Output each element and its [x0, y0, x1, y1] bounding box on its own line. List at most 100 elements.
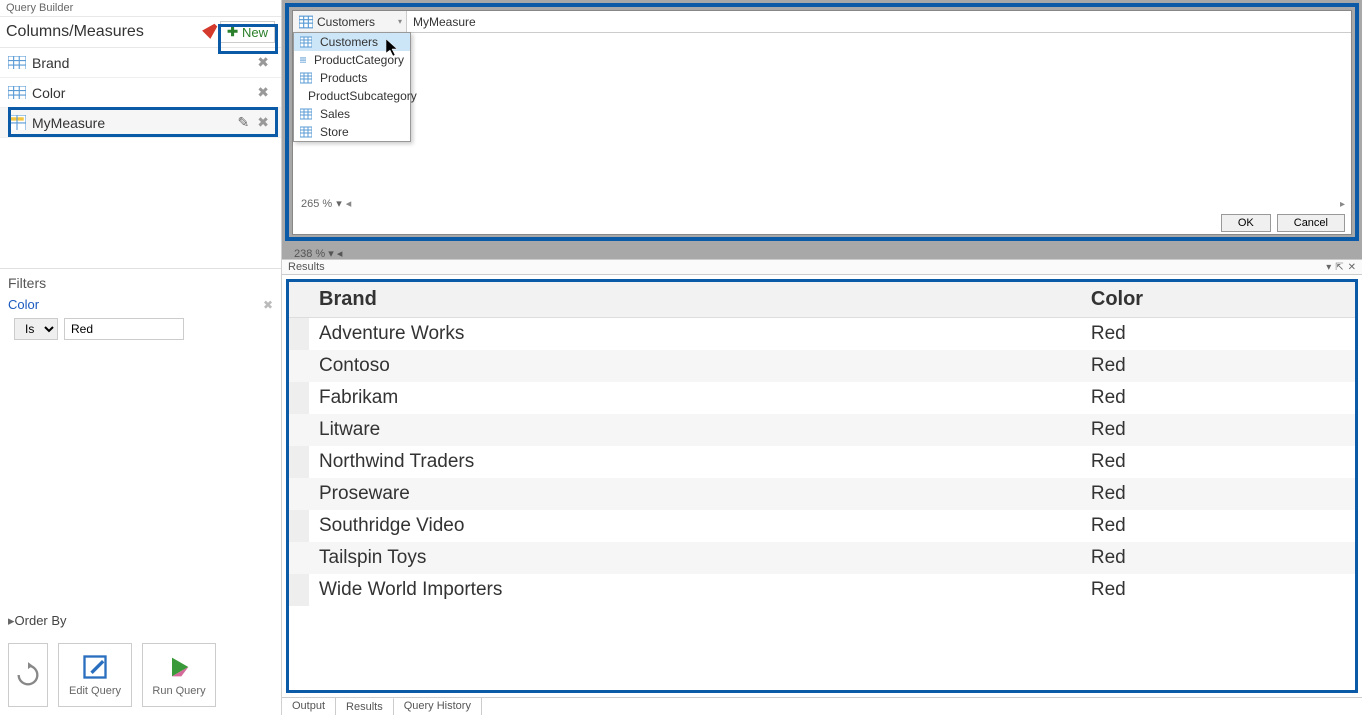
table-row[interactable]: FabrikamRed [289, 382, 1355, 414]
plus-icon: ✚ [227, 24, 238, 40]
option-label: Sales [320, 107, 350, 121]
new-measure-button[interactable]: ✚ New [220, 21, 275, 43]
option-label: Products [320, 71, 367, 85]
columns-measures-title: Columns/Measures [6, 23, 198, 41]
run-query-button[interactable]: Run Query [142, 643, 216, 707]
ok-button[interactable]: OK [1221, 214, 1271, 232]
table-row[interactable]: Northwind TradersRed [289, 446, 1355, 478]
measure-label: MyMeasure [32, 115, 234, 131]
table-icon [299, 15, 313, 29]
table-cell: Red [1081, 414, 1355, 446]
dropdown-option[interactable]: Sales [294, 105, 410, 123]
table-cell: Fabrikam [309, 382, 1081, 414]
bottom-tabs: OutputResultsQuery History [282, 697, 1362, 715]
table-icon [300, 36, 312, 48]
chevron-down-icon: ▾ [336, 197, 342, 210]
edit-measure-icon[interactable]: ✎ [234, 114, 254, 131]
option-label: Store [320, 125, 349, 139]
dropdown-option[interactable]: Store [294, 123, 410, 141]
table-dropdown[interactable]: Customers ▾ CustomersProductCategoryProd… [293, 11, 407, 32]
filter-operator-select[interactable]: Is [14, 318, 58, 340]
dropdown-option[interactable]: ProductSubcategory [294, 87, 410, 105]
column-header[interactable]: Color [1081, 282, 1355, 318]
dropdown-option[interactable]: Products [294, 69, 410, 87]
dropdown-selected: Customers [317, 15, 375, 29]
table-cell: Red [1081, 318, 1355, 351]
table-row[interactable]: Southridge VideoRed [289, 510, 1355, 542]
column-item-mymeasure[interactable]: MyMeasure ✎ ✖ [0, 108, 281, 138]
edit-icon [81, 653, 109, 681]
remove-column-icon[interactable]: ✖ [253, 84, 273, 101]
table-cell: Red [1081, 542, 1355, 574]
table-cell: Contoso [309, 350, 1081, 382]
filter-controls: Is [8, 318, 273, 340]
close-icon[interactable]: ✕ [1348, 262, 1356, 273]
orderby-section[interactable]: Order By [0, 607, 281, 635]
table-icon [300, 72, 312, 84]
formula-editor-area: Customers ▾ CustomersProductCategoryProd… [282, 0, 1362, 245]
column-label: Color [32, 85, 253, 101]
results-header: Results ▾ ⇱ ✕ [282, 259, 1362, 275]
option-label: Customers [320, 35, 378, 49]
edit-query-label: Edit Query [69, 685, 121, 697]
column-label: Brand [32, 55, 253, 71]
refresh-button[interactable] [8, 643, 48, 707]
table-cell: Red [1081, 350, 1355, 382]
dropdown-icon[interactable]: ▾ [1326, 262, 1331, 273]
table-row[interactable]: LitwareRed [289, 414, 1355, 446]
right-panel: Customers ▾ CustomersProductCategoryProd… [282, 0, 1362, 715]
play-icon [165, 653, 193, 681]
table-cell: Red [1081, 574, 1355, 606]
filter-row: Color ✖ [8, 297, 273, 312]
refresh-icon [14, 661, 42, 689]
clear-columns-icon[interactable] [198, 21, 220, 43]
run-query-label: Run Query [152, 685, 205, 697]
dialog-buttons: OK Cancel [1221, 214, 1345, 232]
column-item-brand[interactable]: Brand ✖ [0, 48, 281, 78]
column-item-color[interactable]: Color ✖ [0, 78, 281, 108]
table-cell: Northwind Traders [309, 446, 1081, 478]
table-cell: Red [1081, 446, 1355, 478]
chevron-down-icon: ▾ [398, 17, 402, 26]
zoom-indicator[interactable]: 265 % ▾ ◂ [301, 197, 351, 210]
columns-list: Brand ✖ Color ✖ MyMeasure ✎ ✖ [0, 48, 281, 138]
table-cell: Red [1081, 478, 1355, 510]
results-title: Results [288, 261, 1326, 273]
filters-section: Filters Color ✖ Is [0, 268, 281, 346]
formula-bar: Customers ▾ CustomersProductCategoryProd… [293, 11, 1351, 33]
table-cell: Tailspin Toys [309, 542, 1081, 574]
remove-measure-icon[interactable]: ✖ [253, 114, 273, 131]
table-cell: Litware [309, 414, 1081, 446]
outer-zoom-indicator[interactable]: 238 % ▾ ◂ [282, 245, 1362, 259]
new-button-label: New [242, 25, 268, 40]
scroll-right-icon[interactable]: ▸ [1340, 199, 1345, 210]
bottom-tab[interactable]: Output [282, 698, 336, 715]
remove-filter-icon[interactable]: ✖ [263, 298, 273, 312]
filter-value-input[interactable] [64, 318, 184, 340]
scroll-left-icon[interactable]: ◂ [346, 197, 352, 210]
results-grid: BrandColor Adventure WorksRedContosoRedF… [286, 279, 1358, 693]
table-cell: Red [1081, 382, 1355, 414]
table-cell: Red [1081, 510, 1355, 542]
table-cell: Wide World Importers [309, 574, 1081, 606]
table-row[interactable]: Tailspin ToysRed [289, 542, 1355, 574]
formula-editor: Customers ▾ CustomersProductCategoryProd… [292, 10, 1352, 235]
table-cell: Proseware [309, 478, 1081, 510]
table-row[interactable]: ContosoRed [289, 350, 1355, 382]
table-icon [300, 108, 312, 120]
bottom-tab[interactable]: Query History [394, 698, 482, 715]
panel-title: Query Builder [0, 0, 281, 17]
table-row[interactable]: ProsewareRed [289, 478, 1355, 510]
formula-input[interactable]: MyMeasure [407, 11, 1351, 32]
filters-title: Filters [8, 275, 273, 291]
edit-query-button[interactable]: Edit Query [58, 643, 132, 707]
cancel-button[interactable]: Cancel [1277, 214, 1345, 232]
table-row[interactable]: Wide World ImportersRed [289, 574, 1355, 606]
filter-name[interactable]: Color [8, 297, 257, 312]
remove-column-icon[interactable]: ✖ [253, 54, 273, 71]
pin-icon[interactable]: ⇱ [1335, 262, 1343, 273]
table-row[interactable]: Adventure WorksRed [289, 318, 1355, 351]
results-table: BrandColor Adventure WorksRedContosoRedF… [289, 282, 1355, 606]
bottom-tab[interactable]: Results [336, 698, 394, 715]
column-header[interactable]: Brand [309, 282, 1081, 318]
